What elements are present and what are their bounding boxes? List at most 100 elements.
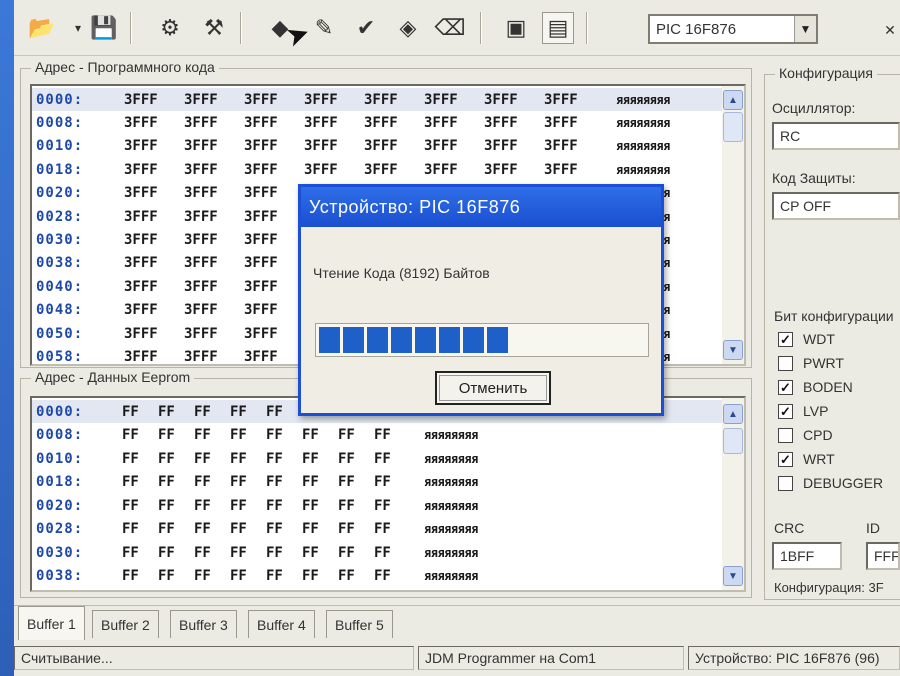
memory-cell[interactable]: 3FFF <box>364 138 398 154</box>
memory-cell[interactable]: FF <box>158 568 175 584</box>
memory-cell[interactable]: FF <box>194 451 211 467</box>
memory-cell[interactable]: FF <box>194 568 211 584</box>
memory-cell[interactable]: FF <box>266 498 283 514</box>
memory-cell[interactable]: 3FFF <box>304 162 338 178</box>
memory-cell[interactable]: 3FFF <box>124 92 158 108</box>
memory-cell[interactable]: 3FFF <box>304 92 338 108</box>
memory-cell[interactable]: FF <box>374 545 391 561</box>
memory-cell[interactable]: FF <box>230 545 247 561</box>
memory-cell[interactable]: 3FFF <box>424 138 458 154</box>
memory-cell[interactable]: FF <box>302 498 319 514</box>
memory-cell[interactable]: 3FFF <box>184 92 218 108</box>
checkbox[interactable] <box>778 355 793 371</box>
memory-cell[interactable]: 3FFF <box>124 209 158 225</box>
memory-cell[interactable]: FF <box>302 451 319 467</box>
blank-check-icon[interactable]: ◈ <box>392 12 424 44</box>
memory-cell[interactable]: FF <box>230 498 247 514</box>
memory-cell[interactable]: 3FFF <box>424 92 458 108</box>
memory-cell[interactable]: 3FFF <box>244 115 278 131</box>
memory-cell[interactable]: FF <box>338 427 355 443</box>
tab-buffer-3[interactable]: Buffer 3 <box>170 610 237 638</box>
memory-cell[interactable]: FF <box>266 451 283 467</box>
memory-cell[interactable]: FF <box>122 545 139 561</box>
memory-cell[interactable]: 3FFF <box>424 115 458 131</box>
checkbox[interactable]: ✓ <box>778 403 793 419</box>
memory-cell[interactable]: FF <box>122 404 139 420</box>
memory-cell[interactable]: 3FFF <box>244 255 278 271</box>
memory-cell[interactable]: 3FFF <box>184 255 218 271</box>
memory-cell[interactable]: FF <box>122 427 139 443</box>
memory-cell[interactable]: FF <box>266 545 283 561</box>
memory-cell[interactable]: 3FFF <box>244 162 278 178</box>
memory-cell[interactable]: FF <box>158 474 175 490</box>
chip-icon[interactable]: ⚙ <box>154 12 186 44</box>
memory-cell[interactable]: 3FFF <box>124 162 158 178</box>
memory-cell[interactable]: FF <box>194 404 211 420</box>
device-list-icon[interactable]: ▤ <box>542 12 574 44</box>
memory-cell[interactable]: FF <box>338 568 355 584</box>
memory-cell[interactable]: FF <box>122 568 139 584</box>
memory-cell[interactable]: FF <box>302 474 319 490</box>
program-scrollbar[interactable]: ▲ ▼ <box>722 86 744 364</box>
memory-cell[interactable]: FF <box>158 451 175 467</box>
memory-cell[interactable]: FF <box>122 521 139 537</box>
memory-cell[interactable]: 3FFF <box>124 115 158 131</box>
memory-cell[interactable]: FF <box>374 427 391 443</box>
memory-cell[interactable]: FF <box>230 427 247 443</box>
checkbox[interactable]: ✓ <box>778 451 793 467</box>
checkbox[interactable] <box>778 475 793 491</box>
scroll-up-icon[interactable]: ▲ <box>723 404 743 424</box>
device-info-icon[interactable]: ▣ <box>500 12 532 44</box>
memory-cell[interactable]: FF <box>230 521 247 537</box>
memory-cell[interactable]: 3FFF <box>244 138 278 154</box>
memory-cell[interactable]: FF <box>266 474 283 490</box>
memory-cell[interactable]: 3FFF <box>484 162 518 178</box>
close-icon[interactable]: ✕ <box>880 20 900 40</box>
config-bit-lvp[interactable]: ✓ LVP <box>778 400 828 422</box>
crc-field[interactable]: 1BFF <box>772 542 842 570</box>
memory-cell[interactable]: FF <box>158 498 175 514</box>
memory-cell[interactable]: 3FFF <box>184 209 218 225</box>
cancel-button[interactable]: Отменить <box>435 371 551 405</box>
checkbox[interactable]: ✓ <box>778 331 793 347</box>
memory-cell[interactable]: FF <box>194 521 211 537</box>
id-field[interactable]: FFFF <box>866 542 900 570</box>
memory-cell[interactable]: FF <box>302 545 319 561</box>
checkbox[interactable] <box>778 427 793 443</box>
memory-cell[interactable]: 3FFF <box>424 162 458 178</box>
memory-cell[interactable]: 3FFF <box>364 162 398 178</box>
memory-cell[interactable]: 3FFF <box>124 232 158 248</box>
memory-cell[interactable]: 3FFF <box>124 255 158 271</box>
checkbox[interactable]: ✓ <box>778 379 793 395</box>
memory-cell[interactable]: FF <box>122 474 139 490</box>
memory-cell[interactable]: 3FFF <box>124 302 158 318</box>
erase-icon[interactable]: ⌫ <box>434 12 466 44</box>
memory-cell[interactable]: FF <box>194 545 211 561</box>
eeprom-view[interactable]: ▲ ▼ 0000: FF FF FF FF FF FF FF FF яяяяяяяя 0008: FF… <box>30 396 746 592</box>
scroll-thumb[interactable] <box>723 112 743 142</box>
memory-cell[interactable]: 3FFF <box>184 326 218 342</box>
scroll-down-icon[interactable]: ▼ <box>723 566 743 586</box>
memory-cell[interactable]: FF <box>230 474 247 490</box>
memory-cell[interactable]: FF <box>338 498 355 514</box>
memory-cell[interactable]: 3FFF <box>124 326 158 342</box>
memory-cell[interactable]: FF <box>266 521 283 537</box>
memory-cell[interactable]: FF <box>122 498 139 514</box>
memory-cell[interactable]: 3FFF <box>244 279 278 295</box>
memory-cell[interactable]: FF <box>266 568 283 584</box>
memory-cell[interactable]: FF <box>302 427 319 443</box>
memory-cell[interactable]: 3FFF <box>124 279 158 295</box>
memory-cell[interactable]: 3FFF <box>244 185 278 201</box>
memory-cell[interactable]: FF <box>194 427 211 443</box>
memory-cell[interactable]: 3FFF <box>184 162 218 178</box>
memory-cell[interactable]: FF <box>158 404 175 420</box>
memory-cell[interactable]: 3FFF <box>124 185 158 201</box>
memory-cell[interactable]: 3FFF <box>544 115 578 131</box>
memory-cell[interactable]: 3FFF <box>244 209 278 225</box>
memory-cell[interactable]: 3FFF <box>484 115 518 131</box>
memory-cell[interactable]: FF <box>338 545 355 561</box>
memory-cell[interactable]: FF <box>266 404 283 420</box>
memory-cell[interactable]: 3FFF <box>544 92 578 108</box>
memory-cell[interactable]: 3FFF <box>484 92 518 108</box>
config-bit-wdt[interactable]: ✓ WDT <box>778 328 835 350</box>
